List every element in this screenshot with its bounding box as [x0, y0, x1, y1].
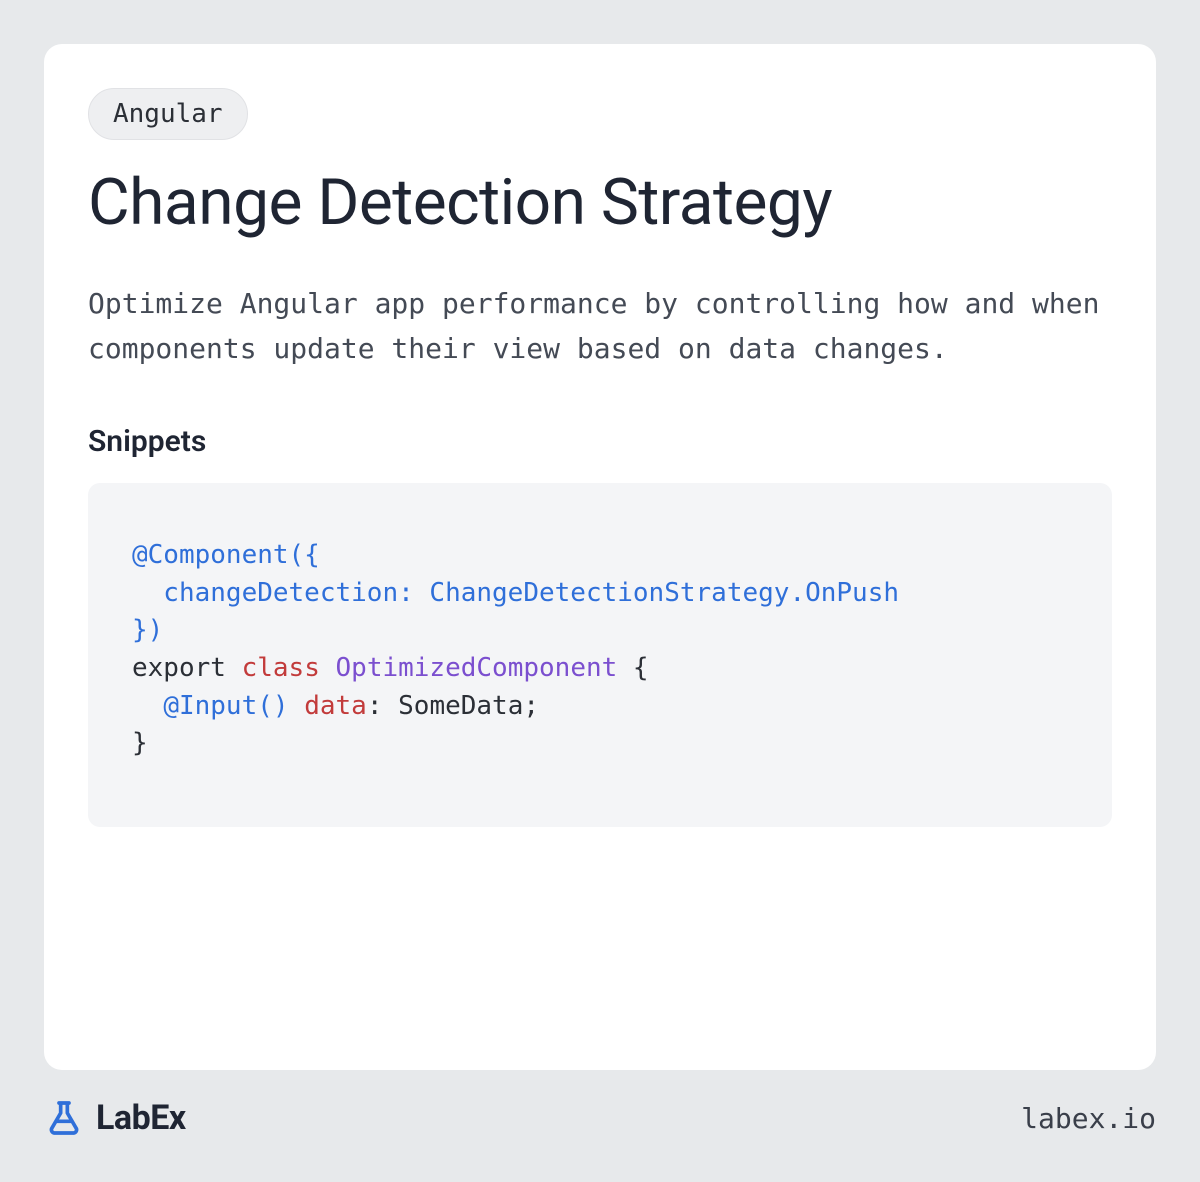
code-space: [320, 653, 336, 683]
code-snippet-block: @Component({ changeDetection: ChangeDete…: [88, 483, 1112, 827]
code-decorator-close: }): [132, 615, 163, 645]
content-card: Angular Change Detection Strategy Optimi…: [44, 44, 1156, 1070]
page-title: Change Detection Strategy: [88, 168, 1112, 238]
code-export: export: [132, 653, 242, 683]
brand: LabEx: [44, 1098, 186, 1138]
footer: LabEx labex.io: [44, 1070, 1156, 1138]
code-class-keyword: class: [242, 653, 320, 683]
code-input-decorator: @Input(): [163, 691, 288, 721]
description-text: Optimize Angular app performance by cont…: [88, 282, 1112, 372]
code-brace-open: {: [617, 653, 648, 683]
code-indent: [132, 691, 163, 721]
snippets-heading: Snippets: [88, 424, 1112, 459]
brand-url: labex.io: [1021, 1102, 1156, 1135]
code-decorator: @Component({: [132, 540, 320, 570]
code-class-name: OptimizedComponent: [336, 653, 618, 683]
code-prop-name: data: [304, 691, 367, 721]
code-space: [289, 691, 305, 721]
brand-name: LabEx: [96, 1098, 186, 1138]
code-brace-close: }: [132, 728, 148, 758]
code-prop-type: : SomeData;: [367, 691, 539, 721]
flask-icon: [44, 1098, 84, 1138]
code-option: changeDetection: ChangeDetectionStrategy…: [132, 578, 899, 608]
category-tag: Angular: [88, 88, 248, 140]
